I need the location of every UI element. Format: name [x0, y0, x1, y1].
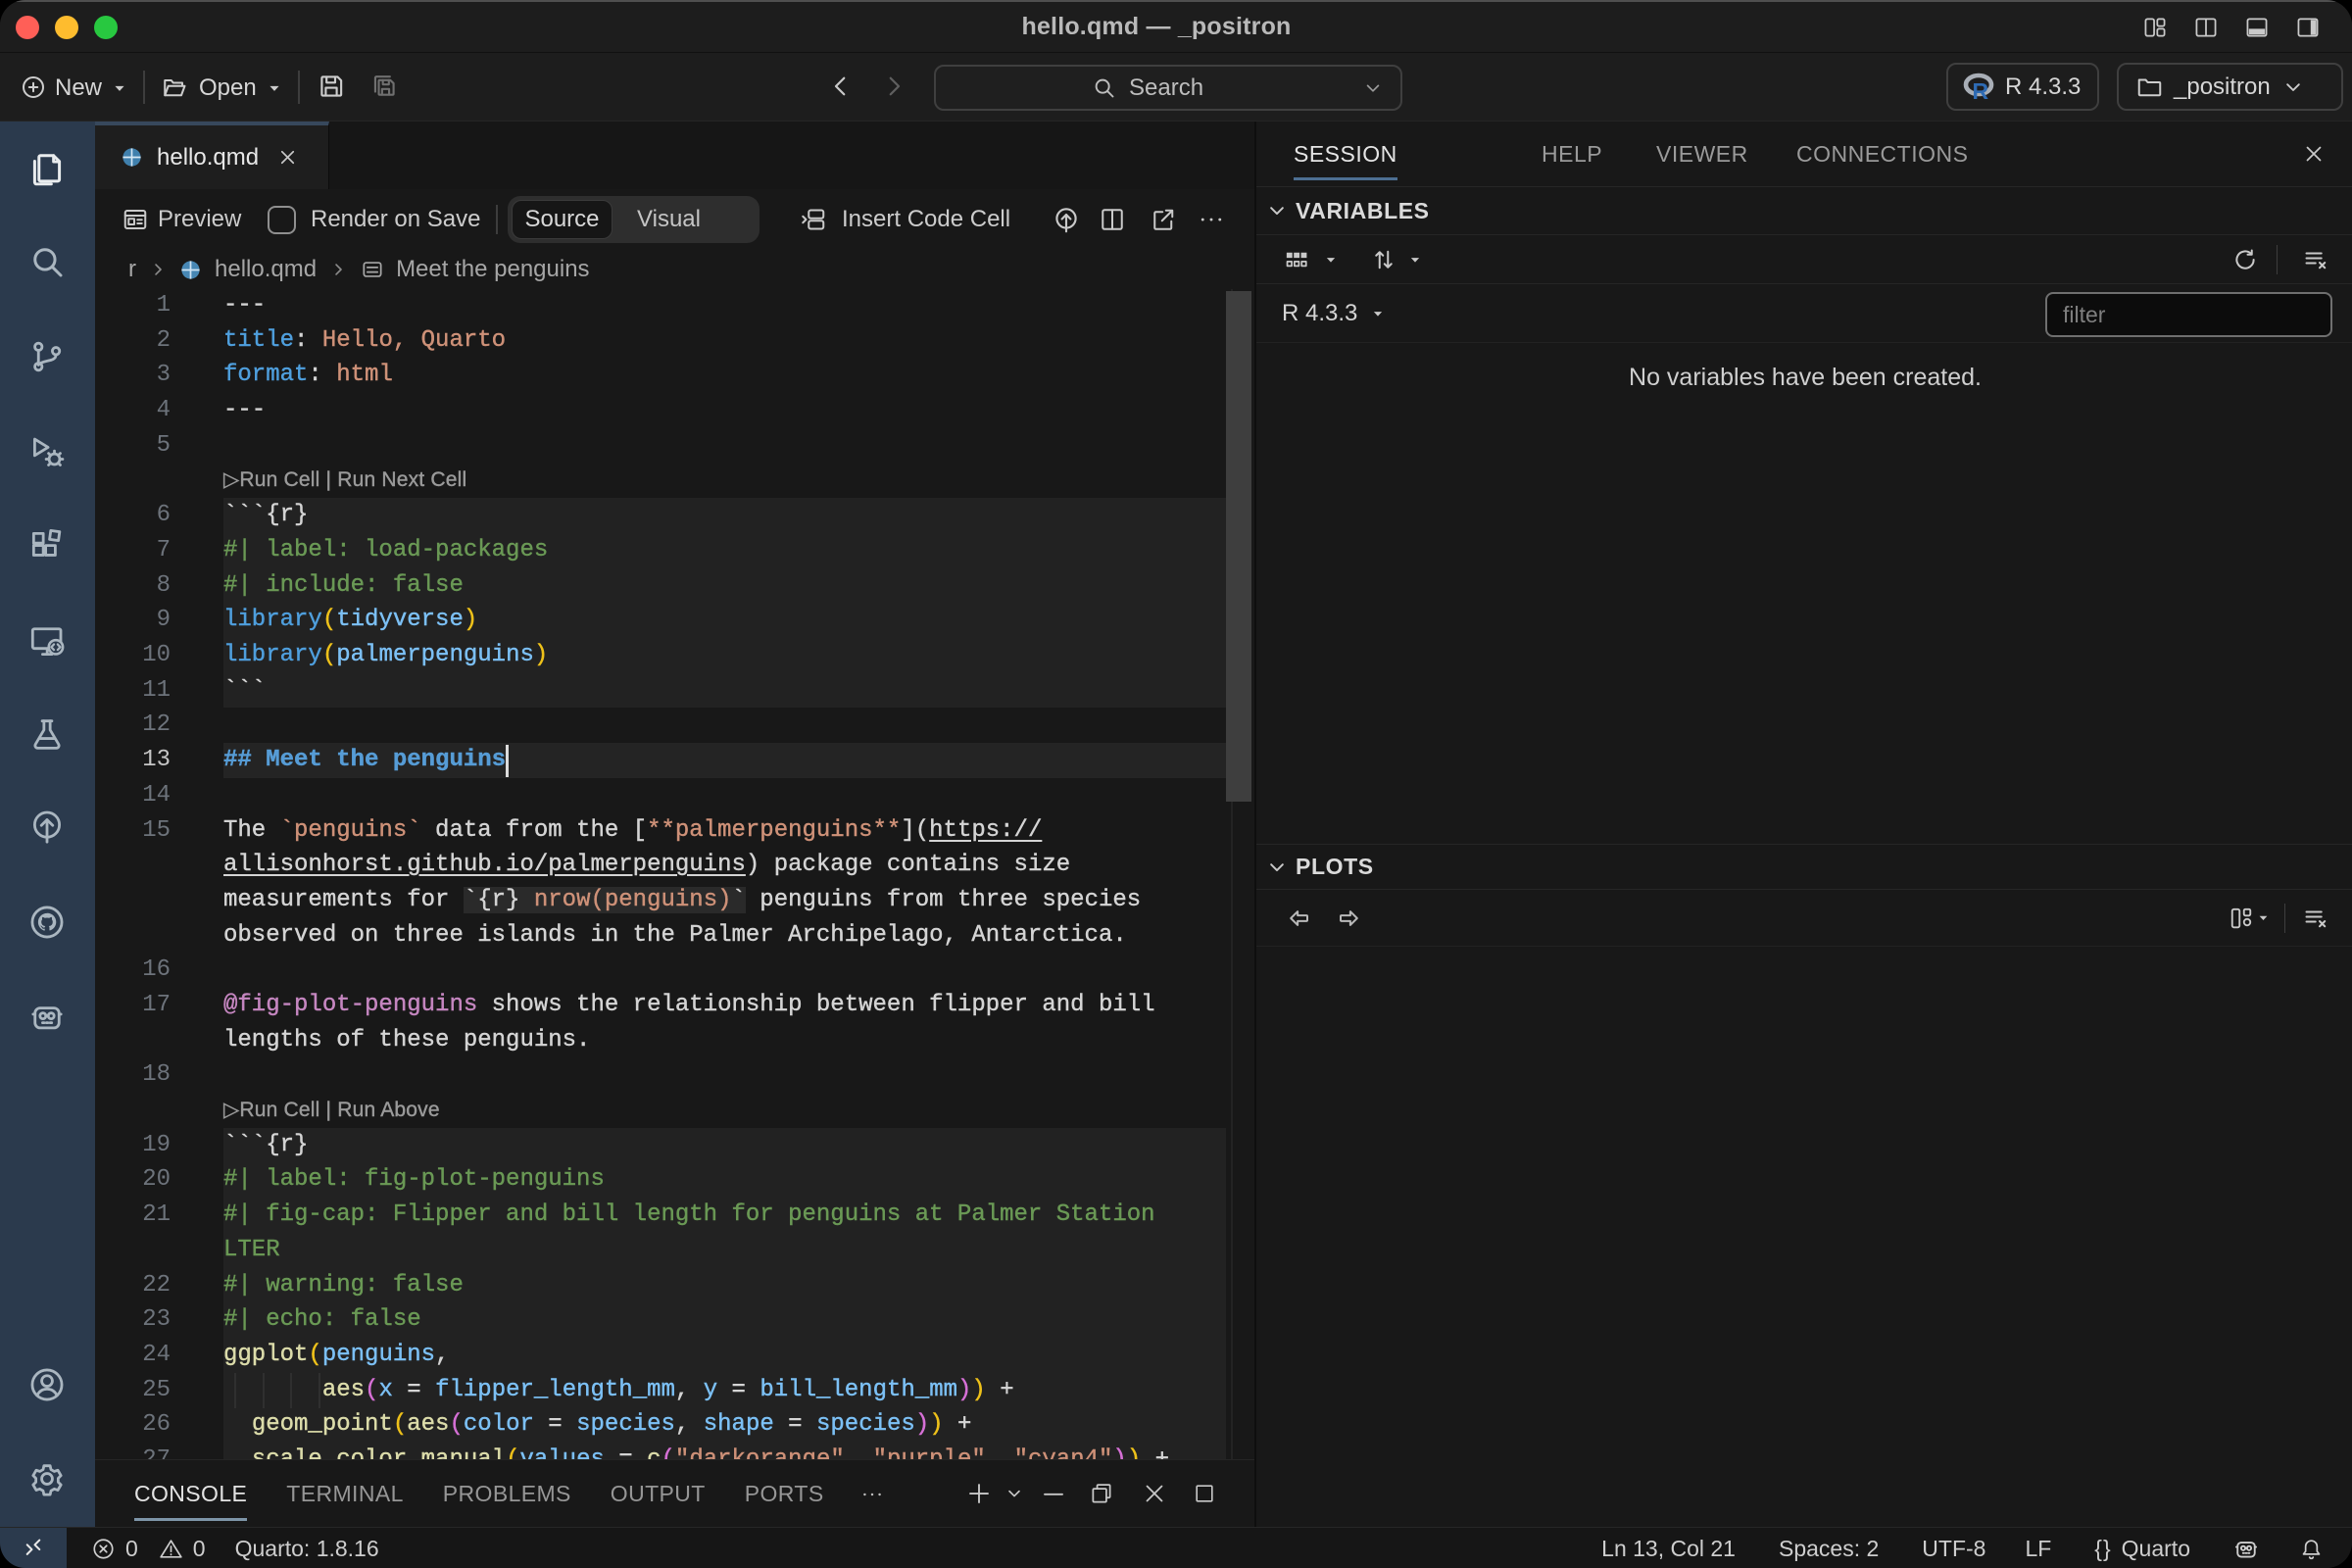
- svg-text:R: R: [1973, 78, 1989, 102]
